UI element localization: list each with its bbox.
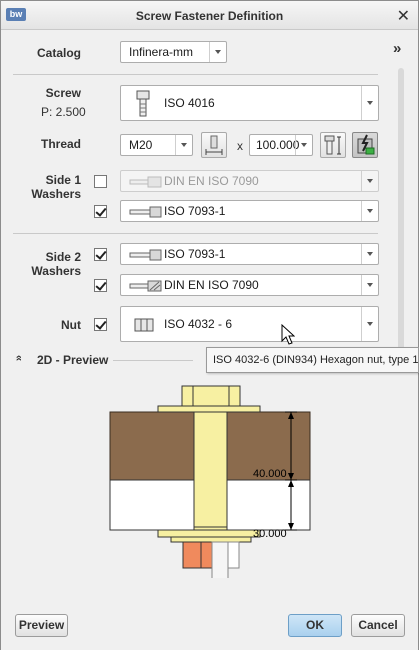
side2-label: Side 2 Washers: [21, 250, 81, 278]
auto-length-button[interactable]: [352, 132, 378, 158]
nut-select[interactable]: ISO 4032 - 6: [120, 306, 379, 342]
expand-icon[interactable]: »: [393, 40, 401, 57]
side1-label-line2: Washers: [31, 187, 81, 201]
window-title: Screw Fastener Definition: [135, 9, 284, 23]
screw-length-button[interactable]: [320, 132, 346, 158]
chevron-down-icon: [361, 201, 378, 221]
separator: [13, 74, 378, 75]
side2-washer2-value: DIN EN ISO 7090: [164, 278, 259, 292]
bottom-washers: [157, 529, 261, 543]
nut-icon: [134, 318, 154, 332]
nut-value: ISO 4032 - 6: [164, 317, 233, 331]
side1-washer2-select[interactable]: ISO 7093-1: [120, 200, 379, 222]
side1-washer2-value: ISO 7093-1: [164, 204, 226, 218]
dimension-lower: 30.000: [253, 528, 287, 540]
times-symbol: x: [237, 139, 243, 153]
preview-button[interactable]: Preview: [15, 614, 68, 637]
thread-size-value: M20: [129, 138, 153, 152]
screw-length-icon: [324, 135, 341, 155]
side2-washer1-checkbox[interactable]: [94, 248, 107, 261]
top-washer: [157, 405, 261, 413]
side2-washer1-value: ISO 7093-1: [164, 247, 226, 261]
side2-label-line2: Washers: [31, 264, 81, 278]
chevron-down-icon: [295, 135, 312, 155]
washer-icon: [129, 176, 162, 188]
screw-pitch: P: 2.500: [41, 105, 86, 119]
side1-label-line1: Side 1: [45, 173, 81, 187]
close-icon[interactable]: ✕: [397, 6, 410, 26]
thread-length-select[interactable]: 100.000: [249, 134, 313, 156]
collapse-icon[interactable]: »: [13, 355, 25, 361]
separator: [113, 360, 193, 361]
cancel-button[interactable]: Cancel: [351, 614, 405, 637]
washer-icon: [129, 280, 162, 292]
thread-length-value: 100.000: [256, 138, 300, 152]
catalog-label: Catalog: [36, 46, 81, 60]
chevron-down-icon: [361, 307, 378, 341]
dimension-upper: 40.000: [253, 468, 287, 480]
washer-icon: [129, 206, 162, 218]
nut-checkbox[interactable]: [94, 318, 107, 331]
side1-label: Side 1 Washers: [21, 173, 81, 201]
nut: [182, 541, 240, 578]
nut-tooltip: ISO 4032-6 (DIN934) Hexagon nut, type 1: [206, 347, 419, 373]
chevron-down-icon: [361, 244, 378, 264]
chevron-down-icon: [175, 135, 192, 155]
screw-label: Screw: [45, 86, 81, 100]
side2-label-line1: Side 2: [45, 250, 81, 264]
side1-washer1-value: DIN EN ISO 7090: [164, 174, 259, 188]
side2-washer2-select[interactable]: DIN EN ISO 7090: [120, 274, 379, 296]
form-panel: Catalog Infinera-mm » Screw P: 2.500 ISO…: [1, 30, 418, 650]
thread-length-icon: [205, 135, 223, 155]
dialog-window: bw Screw Fastener Definition ✕ Catalog I…: [0, 0, 419, 650]
preview-section-label: 2D - Preview: [37, 353, 109, 367]
chevron-down-icon: [361, 86, 378, 120]
screw-value: ISO 4016: [164, 96, 215, 110]
chevron-down-icon: [361, 171, 378, 191]
thread-length-button[interactable]: [201, 132, 227, 158]
separator: [13, 233, 378, 234]
title-bar: bw Screw Fastener Definition ✕: [1, 1, 418, 30]
chevron-down-icon: [209, 42, 226, 62]
side1-washer2-checkbox[interactable]: [94, 205, 107, 218]
catalog-value: Infinera-mm: [129, 45, 194, 59]
mouse-cursor-icon: [281, 324, 295, 345]
scrollbar[interactable]: [398, 68, 404, 358]
side2-washer2-checkbox[interactable]: [94, 279, 107, 292]
chevron-down-icon: [361, 275, 378, 295]
ok-button[interactable]: OK: [288, 614, 342, 637]
washer-icon: [129, 249, 162, 261]
side1-washer1-checkbox[interactable]: [94, 175, 107, 188]
screw-icon: [136, 90, 150, 117]
thread-label: Thread: [40, 137, 81, 151]
thread-size-select[interactable]: M20: [120, 134, 193, 156]
screw-select[interactable]: ISO 4016: [120, 85, 379, 121]
screw-head: [181, 385, 241, 407]
catalog-select[interactable]: Infinera-mm: [120, 41, 227, 63]
side1-washer1-select[interactable]: DIN EN ISO 7090: [120, 170, 379, 192]
auto-length-icon: [357, 134, 375, 155]
side2-washer1-select[interactable]: ISO 7093-1: [120, 243, 379, 265]
fastener-preview: 40.000 30.000: [109, 385, 311, 578]
nut-label: Nut: [61, 318, 81, 332]
